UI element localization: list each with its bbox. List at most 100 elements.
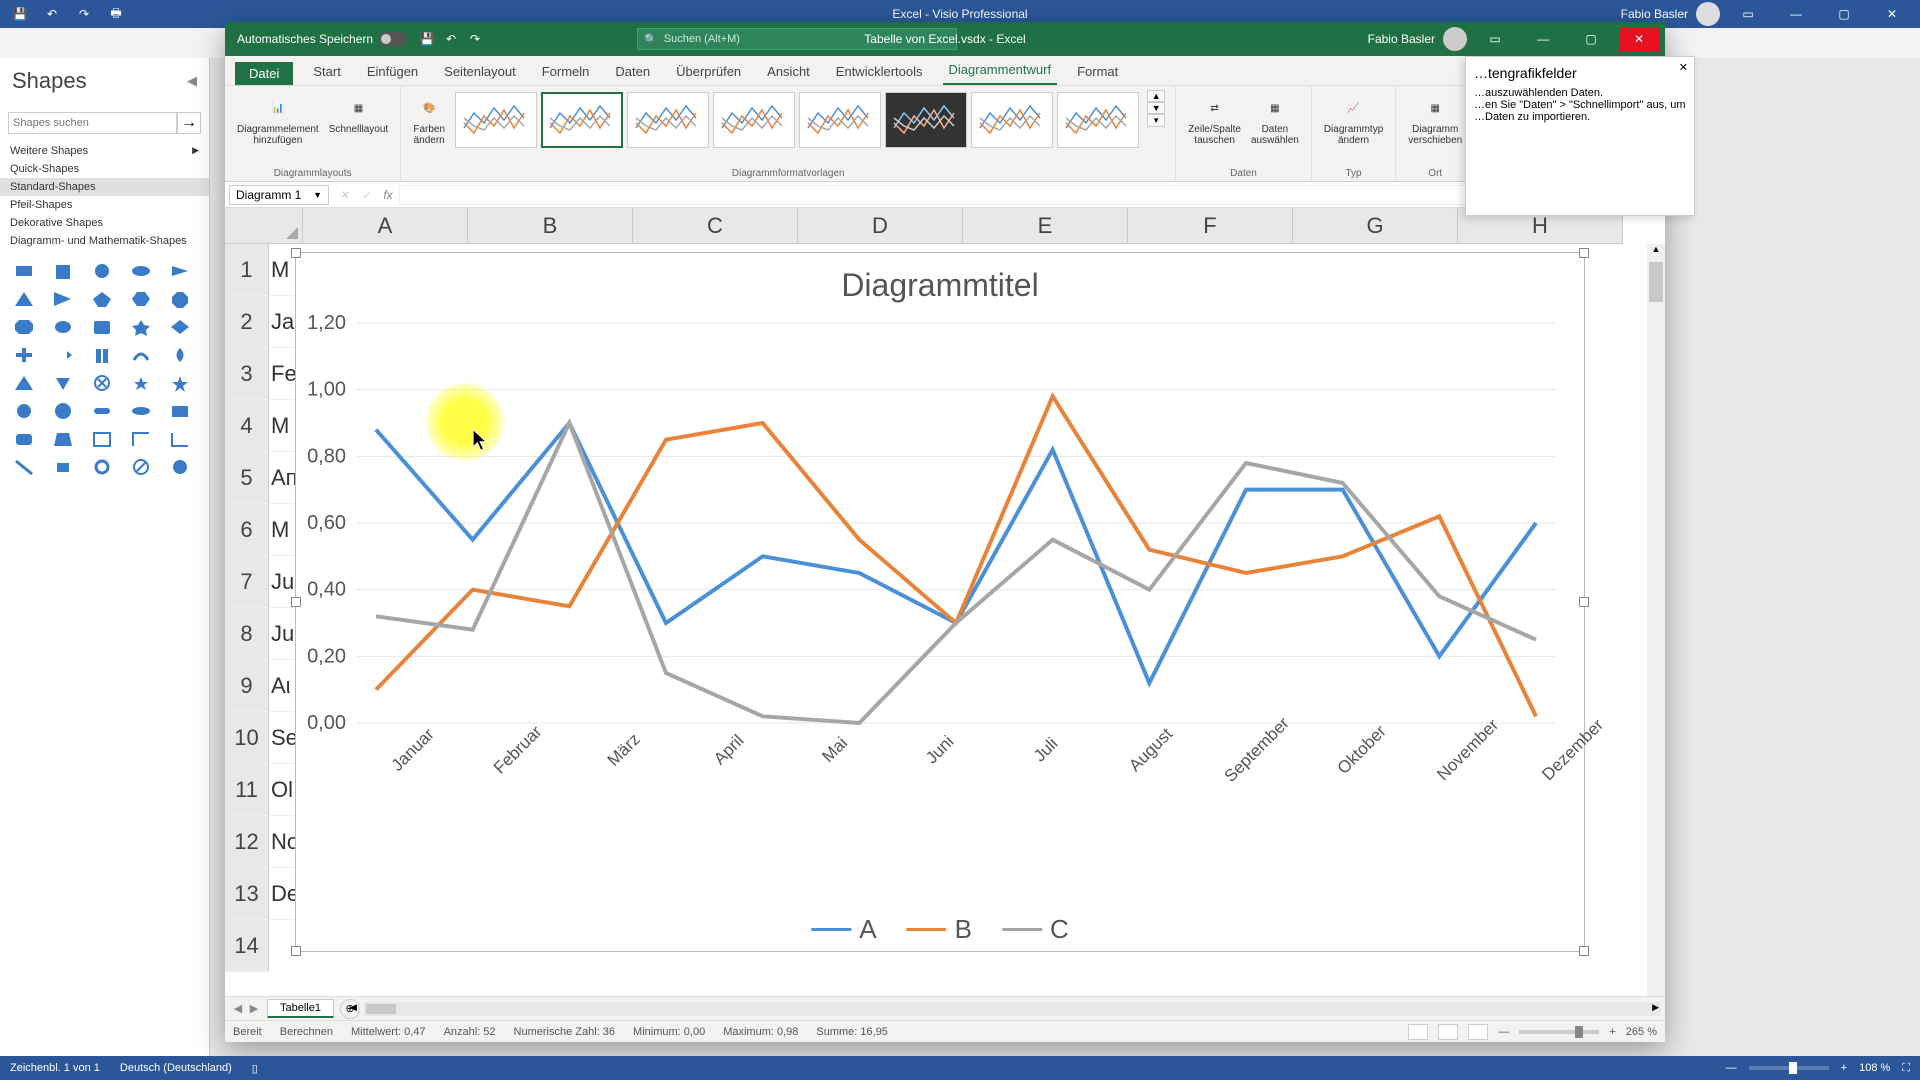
zoom-slider[interactable]	[1519, 1030, 1599, 1034]
row-header[interactable]: 13	[225, 868, 269, 920]
tab-uberprufen[interactable]: Überprüfen	[670, 60, 747, 85]
chart-plot-area[interactable]: 0,000,200,400,600,801,001,20	[356, 323, 1556, 723]
visio-zoom-out-icon[interactable]: —	[1726, 1062, 1737, 1074]
shape-template[interactable]	[166, 316, 194, 338]
column-header[interactable]: G	[1293, 208, 1458, 244]
chart-style-thumb[interactable]	[799, 92, 881, 148]
legend-item[interactable]: C	[1002, 914, 1069, 945]
visio-zoom-level[interactable]: 108 %	[1859, 1062, 1890, 1074]
shape-template[interactable]	[166, 372, 194, 394]
shape-template[interactable]	[166, 344, 194, 366]
visio-minimize-icon[interactable]: —	[1776, 2, 1816, 26]
shape-template[interactable]	[10, 260, 38, 282]
shape-template[interactable]	[127, 372, 155, 394]
visio-avatar[interactable]	[1696, 2, 1720, 26]
shape-template[interactable]	[127, 288, 155, 310]
diagrammelement-button[interactable]: 📊 Diagrammelementhinzufügen	[235, 90, 321, 148]
chart-style-thumb[interactable]	[885, 92, 967, 148]
visio-ribbon-opts-icon[interactable]: ▭	[1728, 2, 1768, 26]
tab-diagrammentwurf[interactable]: Diagrammentwurf	[943, 58, 1058, 85]
visio-maximize-icon[interactable]: ▢	[1824, 2, 1864, 26]
visio-user[interactable]: Fabio Basler	[1621, 7, 1688, 21]
row-header[interactable]: 6	[225, 504, 269, 556]
tab-start[interactable]: Start	[307, 60, 346, 85]
tab-daten[interactable]: Daten	[609, 60, 656, 85]
tab-seitenlayout[interactable]: Seitenlayout	[438, 60, 522, 85]
view-pagelayout-icon[interactable]	[1438, 1024, 1458, 1040]
legend-item[interactable]: A	[811, 914, 876, 945]
visio-save-icon[interactable]: 💾	[8, 2, 32, 26]
view-pagebreak-icon[interactable]	[1468, 1024, 1488, 1040]
shape-template[interactable]	[49, 288, 77, 310]
tab-einfugen[interactable]: Einfügen	[361, 60, 424, 85]
shape-template[interactable]	[127, 400, 155, 422]
visio-fit-icon[interactable]: ⛶	[1902, 1062, 1910, 1075]
diagrammtyp-button[interactable]: 📈Diagrammtypändern	[1322, 90, 1385, 148]
shape-template[interactable]	[88, 260, 116, 282]
shapes-category[interactable]: Dekorative Shapes	[0, 214, 209, 232]
row-header[interactable]: 1	[225, 244, 269, 296]
shapes-category[interactable]: Diagramm- und Mathematik-Shapes	[0, 232, 209, 250]
row-header[interactable]: 11	[225, 764, 269, 816]
shape-template[interactable]	[10, 316, 38, 338]
zeile-spalte-button[interactable]: ⇄Zeile/Spaltetauschen	[1186, 90, 1243, 148]
row-header[interactable]: 4	[225, 400, 269, 452]
shape-template[interactable]	[127, 456, 155, 478]
shape-template[interactable]	[10, 344, 38, 366]
shape-template[interactable]	[10, 428, 38, 450]
shape-template[interactable]	[88, 428, 116, 450]
tab-datei[interactable]: Datei	[235, 62, 293, 85]
row-header[interactable]: 5	[225, 452, 269, 504]
schnelllayout-button[interactable]: ▦ Schnelllayout	[327, 90, 390, 137]
visio-zoom-in-icon[interactable]: +	[1841, 1062, 1847, 1074]
column-header[interactable]: C	[633, 208, 798, 244]
daten-auswahlen-button[interactable]: ▦Datenauswählen	[1249, 90, 1301, 148]
excel-close-icon[interactable]: ✕	[1619, 27, 1659, 51]
shape-template[interactable]	[127, 316, 155, 338]
row-header[interactable]: 7	[225, 556, 269, 608]
shape-template[interactable]	[10, 400, 38, 422]
visio-page[interactable]: Zeichenbl. 1 von 1	[10, 1062, 100, 1074]
enter-formula-icon[interactable]: ✓	[355, 188, 377, 202]
shape-template[interactable]	[49, 456, 77, 478]
excel-ribbonopts-icon[interactable]: ▭	[1475, 27, 1515, 51]
excel-avatar[interactable]	[1443, 27, 1467, 51]
shapes-category[interactable]: Weitere Shapes▶	[0, 142, 209, 160]
view-normal-icon[interactable]	[1408, 1024, 1428, 1040]
fx-icon[interactable]: fx	[377, 188, 399, 202]
shape-template[interactable]	[127, 260, 155, 282]
horizontal-scrollbar[interactable]: ▶◀	[364, 1002, 1661, 1016]
chart-legend[interactable]: ABC	[811, 914, 1068, 945]
style-gallery-scroll[interactable]: ▲▼▾	[1147, 90, 1165, 127]
shapes-category[interactable]: Standard-Shapes	[0, 178, 209, 196]
diagramm-verschieben-button[interactable]: ▦Diagrammverschieben	[1406, 90, 1464, 148]
shape-template[interactable]	[166, 400, 194, 422]
vertical-scrollbar[interactable]: ▲	[1647, 244, 1665, 996]
excel-minimize-icon[interactable]: —	[1523, 27, 1563, 51]
shape-template[interactable]	[10, 288, 38, 310]
shape-template[interactable]	[49, 344, 77, 366]
shape-template[interactable]	[166, 456, 194, 478]
visio-close-icon[interactable]: ✕	[1872, 2, 1912, 26]
tab-formeln[interactable]: Formeln	[536, 60, 596, 85]
column-header[interactable]: F	[1128, 208, 1293, 244]
shape-template[interactable]	[88, 288, 116, 310]
shape-template[interactable]	[10, 372, 38, 394]
chart-style-thumb[interactable]	[713, 92, 795, 148]
sheet-nav-first-icon[interactable]: ◀	[231, 1002, 245, 1015]
shapes-category[interactable]: Quick-Shapes	[0, 160, 209, 178]
sheet-area[interactable]: ABCDEFGH 1234567891011121314 MJaFeMАпMJu…	[225, 208, 1665, 996]
tab-format[interactable]: Format	[1071, 60, 1124, 85]
tab-ansicht[interactable]: Ansicht	[761, 60, 816, 85]
zoom-in-icon[interactable]: +	[1609, 1026, 1615, 1038]
visio-lang[interactable]: Deutsch (Deutschland)	[120, 1062, 232, 1074]
shape-template[interactable]	[49, 428, 77, 450]
chart-object[interactable]: Diagrammtitel 0,000,200,400,600,801,001,…	[295, 252, 1585, 952]
visio-zoom-slider[interactable]	[1749, 1066, 1829, 1070]
chart-style-thumb[interactable]	[627, 92, 709, 148]
chart-style-thumb[interactable]	[1057, 92, 1139, 148]
excel-save-icon[interactable]: 💾	[415, 27, 439, 51]
shape-template[interactable]	[10, 456, 38, 478]
column-header[interactable]: E	[963, 208, 1128, 244]
excel-autosave-toggle[interactable]	[379, 32, 407, 46]
